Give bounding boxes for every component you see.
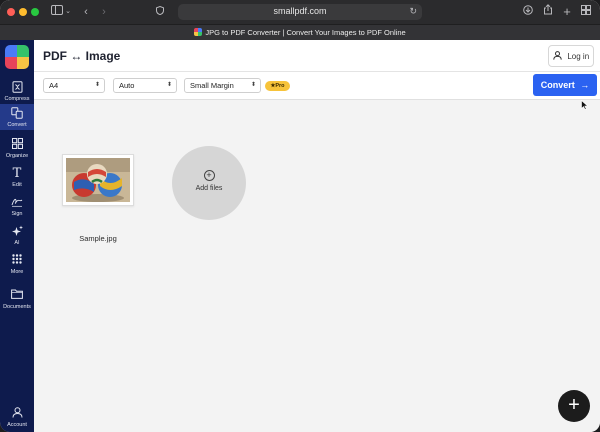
add-files-label: Add files	[195, 185, 223, 192]
account-icon	[0, 407, 34, 421]
orientation-value: Auto	[119, 81, 135, 90]
forward-icon[interactable]: ›	[98, 3, 110, 21]
new-tab-icon[interactable]: +	[561, 3, 573, 21]
sidebar-item-sign[interactable]: Sign	[0, 193, 34, 219]
sidebar-item-documents[interactable]: Documents	[0, 286, 34, 312]
login-label: Log in	[567, 52, 590, 61]
share-icon[interactable]	[542, 3, 554, 21]
pro-badge: ★Pro	[265, 81, 290, 91]
select-arrows-icon: ⬍	[250, 82, 256, 88]
sidebar-item-edit[interactable]: T Edit	[0, 164, 34, 190]
sidebar-item-convert[interactable]: Convert	[0, 104, 34, 130]
sidebar-item-compress[interactable]: Compress	[0, 78, 34, 104]
compress-icon	[0, 81, 34, 95]
sidebar-item-account[interactable]: Account	[0, 404, 34, 430]
sidebar-item-more[interactable]: More	[0, 251, 34, 277]
browser-window: ⌄ ‹ › smallpdf.com ↻ + JPG to PDF Conver…	[0, 0, 600, 432]
convert-label: Convert	[540, 80, 575, 90]
sidebar-item-ai[interactable]: AI	[0, 222, 34, 248]
page-size-value: A4	[49, 81, 59, 90]
convert-icon	[0, 107, 34, 121]
ai-icon	[0, 225, 34, 239]
sidebar-item-label: More	[10, 269, 24, 275]
margin-select[interactable]: Small Margin ⬍	[184, 78, 261, 93]
plus-icon: +	[568, 394, 580, 416]
plus-circle-icon: +	[203, 170, 215, 181]
arrow-right-icon: →	[580, 80, 590, 90]
download-icon[interactable]	[522, 3, 534, 21]
sidebar-item-label: Convert	[7, 122, 27, 128]
active-tab[interactable]: JPG to PDF Converter | Convert Your Imag…	[0, 28, 600, 37]
pro-badge-label: Pro	[275, 83, 285, 89]
mouse-cursor-icon	[581, 100, 589, 110]
sidebar-item-label: Edit	[12, 182, 22, 188]
sidebar-item-label: Compress	[4, 96, 30, 102]
page-size-select[interactable]: A4 ⬍	[43, 78, 105, 93]
minimize-window-button[interactable]	[19, 8, 27, 16]
smallpdf-favicon-icon	[194, 28, 203, 36]
tab-bar: JPG to PDF Converter | Convert Your Imag…	[0, 24, 600, 40]
shield-icon	[156, 4, 166, 20]
floating-add-button[interactable]: +	[558, 390, 590, 422]
select-arrows-icon: ⬍	[166, 82, 172, 88]
page-header: PDF ↔ Image Log in	[34, 40, 600, 72]
tab-overview-icon[interactable]	[580, 3, 592, 21]
sidebar-item-label: Organize	[5, 153, 29, 159]
sample-image	[66, 158, 130, 202]
main-workspace: Sample.jpg + Add files +	[34, 100, 600, 432]
smallpdf-logo-icon[interactable]	[5, 45, 29, 69]
select-arrows-icon: ⬍	[94, 82, 100, 88]
close-window-button[interactable]	[7, 8, 15, 16]
organize-icon	[0, 138, 34, 152]
sidebar-item-label: Documents	[3, 304, 31, 310]
maximize-window-button[interactable]	[31, 8, 39, 16]
orientation-select[interactable]: Auto ⬍	[113, 78, 177, 93]
sidebar-item-label: Account	[7, 422, 27, 428]
tab-title: JPG to PDF Converter | Convert Your Imag…	[205, 28, 406, 37]
page-title: PDF ↔ Image	[43, 49, 121, 63]
convert-button[interactable]: Convert →	[533, 74, 597, 96]
login-button[interactable]: Log in	[548, 45, 594, 67]
sidebar-item-label: AI	[14, 240, 20, 246]
sidebar: Compress Convert Organize T Edit Sign AI…	[0, 40, 34, 432]
file-thumbnail[interactable]	[62, 154, 134, 206]
sidebar-item-organize[interactable]: Organize	[0, 135, 34, 161]
folder-icon	[0, 289, 34, 303]
conversion-options-bar: A4 ⬍ Auto ⬍ Small Margin ⬍ ★Pro Convert …	[34, 72, 600, 100]
user-icon	[553, 51, 565, 61]
sidebar-item-label: Sign	[11, 211, 23, 217]
back-icon[interactable]: ‹	[80, 3, 92, 21]
browser-toolbar: ⌄ ‹ › smallpdf.com ↻ +	[0, 0, 600, 24]
sidebar-toggle-icon[interactable]	[50, 3, 64, 21]
address-url: smallpdf.com	[273, 6, 327, 16]
more-icon	[0, 254, 34, 268]
file-name: Sample.jpg	[79, 234, 117, 243]
reload-icon[interactable]: ↻	[409, 6, 417, 17]
address-bar[interactable]: smallpdf.com ↻	[178, 4, 422, 20]
edit-icon: T	[12, 166, 22, 181]
margin-value: Small Margin	[190, 81, 234, 90]
add-files-button[interactable]: + Add files	[172, 146, 246, 220]
chevron-down-icon[interactable]: ⌄	[64, 3, 72, 21]
sign-icon	[0, 196, 34, 210]
